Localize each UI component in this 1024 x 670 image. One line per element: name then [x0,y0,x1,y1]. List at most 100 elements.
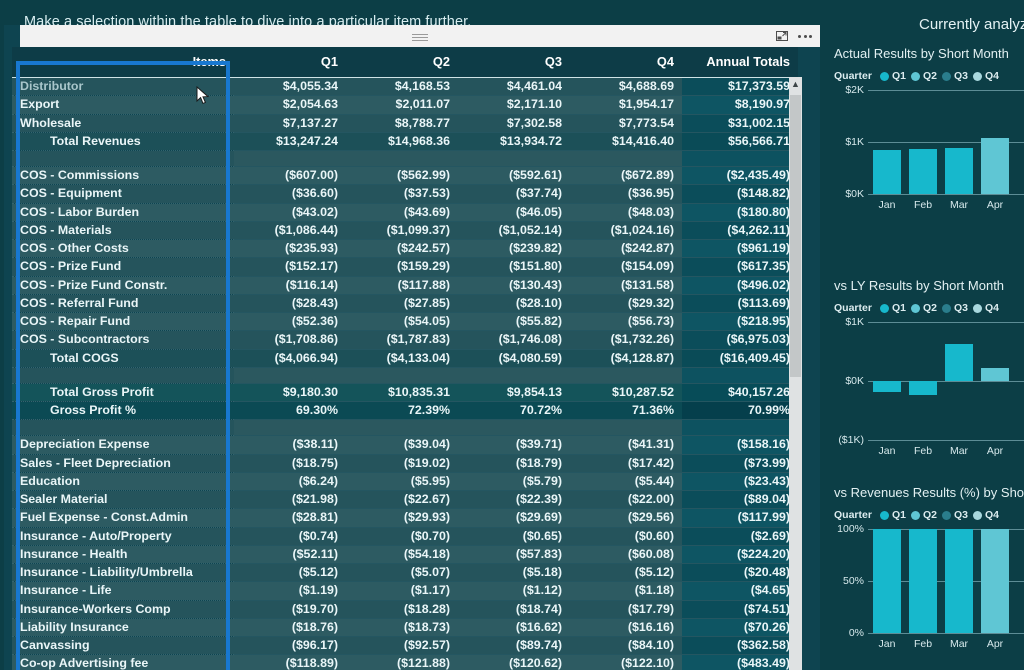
cell-item-name[interactable]: Sales - Fleet Depreciation [12,454,234,473]
cell-total[interactable] [682,367,798,384]
table-row[interactable]: Sealer Material ($21.98) ($22.67) ($22.39)(… [12,490,798,510]
chart-bar-apr[interactable] [981,529,1009,633]
cell-q4[interactable]: $10,287.52 [570,383,682,403]
cell-q1[interactable]: ($6.24) [234,472,346,492]
cell-total[interactable]: $56,566.71 [682,132,798,152]
cell-q4[interactable]: ($29.56) [570,508,682,528]
cell-q1[interactable]: $13,247.24 [234,132,346,152]
cell-item-name[interactable]: Fuel Expense - Const.Admin [12,508,234,528]
cell-q2[interactable]: ($117.88) [346,276,458,295]
cell-q1[interactable]: ($118.89) [234,654,346,670]
matrix-table-scroll-area[interactable]: Items Q1 Q2 Q3 Q4 Annual Totals Distributor $4… [12,47,802,670]
cell-item-name[interactable]: Liability Insurance [12,618,234,638]
cell-q4[interactable]: $1,954.17 [570,95,682,115]
cell-total[interactable]: ($89.04) [682,490,798,510]
table-row[interactable]: COS - Subcontractors ($1,708.86) ($1,787.8… [12,330,798,350]
cell-q4[interactable]: $4,688.69 [570,77,682,97]
cell-q3[interactable]: ($5.18) [458,563,570,583]
column-header-annual-totals[interactable]: Annual Totals [682,47,798,78]
cell-item-name[interactable]: Insurance-Workers Comp [12,600,234,619]
table-vertical-scrollbar[interactable]: ▲ ▼ [789,77,802,670]
scrollbar-thumb[interactable] [790,95,801,377]
cell-q2[interactable]: ($5.07) [346,563,458,583]
cell-total[interactable]: ($158.16) [682,435,798,455]
legend-item-q3[interactable]: Q3 [941,509,968,521]
cell-q1[interactable]: ($1,086.44) [234,221,346,241]
cell-q3[interactable]: ($18.74) [458,600,570,619]
cell-item-name[interactable] [12,150,234,167]
cell-q3[interactable]: ($55.82) [458,312,570,332]
cell-item-name[interactable]: COS - Prize Fund [12,257,234,277]
cell-q3[interactable]: ($18.79) [458,454,570,473]
cell-q1[interactable]: ($52.11) [234,545,346,565]
cell-q1[interactable]: ($607.00) [234,166,346,186]
table-row[interactable]: COS - Equipment ($36.60) ($37.53) ($37.74)(… [12,184,798,204]
cell-item-name[interactable]: COS - Prize Fund Constr. [12,276,234,295]
cell-q1[interactable]: ($52.36) [234,312,346,332]
cell-q2[interactable]: ($54.18) [346,545,458,565]
cell-q1[interactable]: ($0.74) [234,527,346,546]
cell-total[interactable] [682,419,798,437]
cell-total[interactable]: ($6,975.03) [682,330,798,350]
cell-q3[interactable] [458,367,570,384]
table-row[interactable]: COS - Labor Burden ($43.02) ($43.69) ($46.0… [12,203,798,222]
cell-q4[interactable]: ($22.00) [570,490,682,510]
cell-total[interactable]: ($74.51) [682,600,798,619]
legend-item-q4[interactable]: Q4 [972,70,999,82]
cell-q4[interactable]: $7,773.54 [570,114,682,133]
cell-item-name[interactable]: Total Revenues [12,132,234,152]
cell-total[interactable]: ($496.02) [682,276,798,295]
legend-item-q3[interactable]: Q3 [941,302,968,314]
cell-q1[interactable]: $2,054.63 [234,95,346,115]
cell-total[interactable]: ($617.35) [682,257,798,277]
table-row[interactable]: Export $2,054.63 $2,011.07 $2,171.10 $1,954.… [12,95,798,115]
cell-q4[interactable]: ($36.95) [570,184,682,204]
cell-q3[interactable]: ($28.10) [458,294,570,314]
table-row[interactable]: Total Gross Profit $9,180.30 $10,835.31 $9,… [12,383,798,403]
cell-item-name[interactable]: Co-op Advertising fee [12,654,234,670]
cell-q3[interactable]: ($130.43) [458,276,570,295]
table-row[interactable]: COS - Other Costs ($235.93) ($242.57) ($239… [12,239,798,259]
cell-q4[interactable] [570,419,682,437]
cell-item-name[interactable]: COS - Materials [12,221,234,241]
cell-q4[interactable]: ($4,128.87) [570,349,682,368]
table-row[interactable]: Total COGS ($4,066.94) ($4,133.04) ($4,080.… [12,349,798,368]
cell-q1[interactable]: ($28.43) [234,294,346,314]
cell-q3[interactable]: $9,854.13 [458,383,570,403]
cell-q3[interactable]: $13,934.72 [458,132,570,152]
cell-q2[interactable] [346,419,458,437]
cell-q2[interactable]: ($54.05) [346,312,458,332]
cell-total[interactable]: ($70.26) [682,618,798,638]
cell-q1[interactable]: $9,180.30 [234,383,346,403]
legend-item-q4[interactable]: Q4 [972,302,999,314]
cell-q1[interactable]: ($1,708.86) [234,330,346,350]
cell-q4[interactable]: ($131.58) [570,276,682,295]
cell-q2[interactable]: ($22.67) [346,490,458,510]
cell-item-name[interactable]: Total COGS [12,349,234,368]
cell-q3[interactable]: $2,171.10 [458,95,570,115]
cell-q1[interactable]: ($116.14) [234,276,346,295]
cell-q2[interactable]: ($159.29) [346,257,458,277]
cell-total[interactable]: ($180.80) [682,203,798,222]
cell-total[interactable]: ($483.49) [682,654,798,670]
cell-q3[interactable]: $7,302.58 [458,114,570,133]
cell-q2[interactable]: ($92.57) [346,636,458,656]
cell-q3[interactable] [458,150,570,167]
cell-q1[interactable] [234,419,346,437]
table-row[interactable]: Wholesale $7,137.27 $8,788.77 $7,302.58 $7,7… [12,114,798,133]
cell-q1[interactable]: ($36.60) [234,184,346,204]
cell-total[interactable]: ($113.69) [682,294,798,314]
cell-q4[interactable]: ($5.12) [570,563,682,583]
cell-q1[interactable]: ($19.70) [234,600,346,619]
cell-total[interactable]: ($961.19) [682,239,798,259]
cell-q1[interactable]: ($5.12) [234,563,346,583]
cell-total[interactable]: ($23.43) [682,472,798,492]
chart-bar-feb[interactable] [909,529,937,633]
cell-q4[interactable]: ($1,024.16) [570,221,682,241]
cell-q3[interactable]: 70.72% [458,401,570,421]
cell-q3[interactable]: ($1,052.14) [458,221,570,241]
cell-q4[interactable]: ($84.10) [570,636,682,656]
cell-q2[interactable]: ($242.57) [346,239,458,259]
table-row[interactable]: Gross Profit % 69.30% 72.39% 70.72% 71.36% 70… [12,401,798,421]
cell-q2[interactable]: ($5.95) [346,472,458,492]
